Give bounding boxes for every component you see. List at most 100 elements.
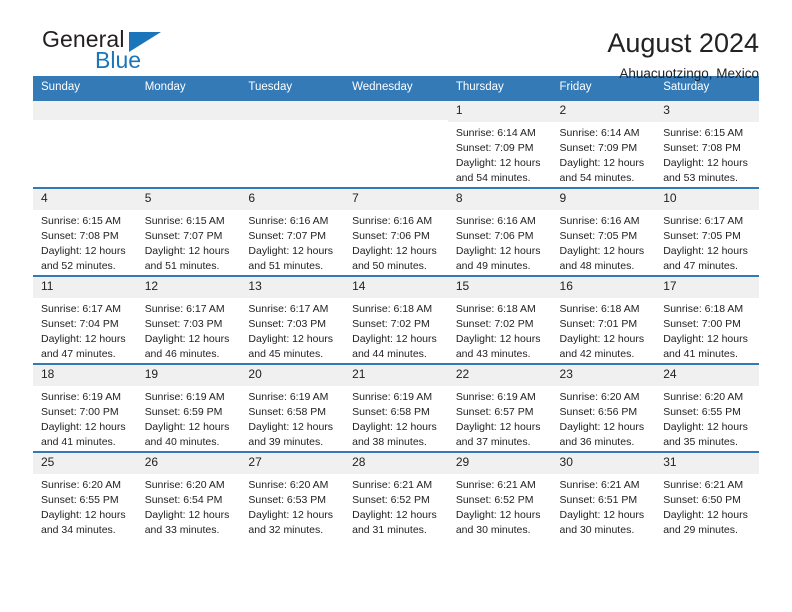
calendar-day-cell[interactable]: 29 Sunrise: 6:21 AM Sunset: 6:52 PM Dayligh…	[447, 451, 552, 540]
calendar-day-cell[interactable]: 11 Sunrise: 6:17 AM Sunset: 7:04 PM Dayligh…	[33, 275, 137, 364]
daylight-text-line2: and 54 minutes.	[559, 171, 635, 184]
day-number: 11	[33, 277, 137, 298]
sunset-text: Sunset: 7:09 PM	[455, 141, 534, 154]
day-number: 29	[447, 453, 552, 474]
calendar-day-cell[interactable]: 3 Sunrise: 6:15 AM Sunset: 7:08 PM Daylight…	[655, 99, 759, 188]
calendar-day-cell[interactable]: 8 Sunrise: 6:16 AM Sunset: 7:06 PM Daylight…	[447, 187, 552, 276]
sunset-text: Sunset: 7:07 PM	[144, 229, 223, 242]
sunset-text: Sunset: 7:08 PM	[41, 229, 119, 242]
daylight-text-line1: Daylight: 12 hours	[248, 508, 334, 521]
sunrise-text: Sunrise: 6:21 AM	[663, 478, 744, 491]
calendar-day-cell[interactable]: 4 Sunrise: 6:15 AM Sunset: 7:08 PM Daylight…	[33, 187, 137, 276]
daylight-text-line1: Daylight: 12 hours	[663, 156, 748, 169]
day-number: 14	[344, 277, 448, 298]
daylight-text-line1: Daylight: 12 hours	[352, 508, 437, 521]
calendar-day-cell[interactable]: 16 Sunrise: 6:18 AM Sunset: 7:01 PM Dayligh…	[551, 275, 656, 364]
day-number: 31	[655, 453, 759, 474]
day-number: 6	[240, 189, 345, 210]
daylight-text-line2: and 30 minutes.	[559, 523, 635, 536]
day-number: 16	[551, 277, 656, 298]
day-details: Sunrise: 6:17 AM Sunset: 7:03 PM Daylight:…	[240, 298, 344, 362]
daylight-text-line1: Daylight: 12 hours	[144, 244, 230, 257]
calendar-day-cell[interactable]: 6 Sunrise: 6:16 AM Sunset: 7:07 PM Daylight…	[240, 187, 345, 276]
calendar-day-cell[interactable]: 25 Sunrise: 6:20 AM Sunset: 6:55 PM Dayligh…	[33, 451, 137, 540]
calendar-day-cell[interactable]: 19 Sunrise: 6:19 AM Sunset: 6:59 PM Dayligh…	[136, 363, 241, 452]
sunrise-text: Sunrise: 6:21 AM	[455, 478, 536, 491]
day-details: Sunrise: 6:16 AM Sunset: 7:05 PM Daylight:…	[552, 210, 656, 274]
calendar-day-cell[interactable]: 31 Sunrise: 6:21 AM Sunset: 6:50 PM Dayligh…	[655, 451, 759, 540]
calendar-day-cell[interactable]: 9 Sunrise: 6:16 AM Sunset: 7:05 PM Daylight…	[551, 187, 656, 276]
daylight-text-line2: and 47 minutes.	[41, 347, 116, 360]
calendar-day-cell[interactable]: 17 Sunrise: 6:18 AM Sunset: 7:00 PM Dayligh…	[655, 275, 759, 364]
sunset-text: Sunset: 6:54 PM	[144, 493, 223, 506]
daylight-text-line1: Daylight: 12 hours	[248, 420, 334, 433]
calendar-day-cell[interactable]: 5 Sunrise: 6:15 AM Sunset: 7:07 PM Daylight…	[136, 187, 241, 276]
sunrise-text: Sunrise: 6:17 AM	[248, 302, 329, 315]
calendar-day-cell[interactable]: 14 Sunrise: 6:18 AM Sunset: 7:02 PM Dayligh…	[344, 275, 448, 364]
daylight-text-line1: Daylight: 12 hours	[144, 508, 230, 521]
calendar-cell-empty	[344, 99, 448, 188]
day-number: 9	[551, 189, 656, 210]
day-number: 22	[447, 365, 552, 386]
calendar-cell-empty	[240, 99, 345, 188]
weekday-header-wednesday: Wednesday	[344, 76, 448, 100]
daylight-text-line2: and 35 minutes.	[663, 435, 738, 448]
day-details: Sunrise: 6:21 AM Sunset: 6:52 PM Daylight:…	[448, 474, 552, 538]
calendar-day-cell[interactable]: 20 Sunrise: 6:19 AM Sunset: 6:58 PM Dayligh…	[240, 363, 345, 452]
day-number	[33, 101, 137, 120]
day-details: Sunrise: 6:21 AM Sunset: 6:50 PM Daylight:…	[655, 474, 759, 538]
sunrise-text: Sunrise: 6:19 AM	[248, 390, 329, 403]
day-details: Sunrise: 6:18 AM Sunset: 7:02 PM Daylight:…	[344, 298, 448, 362]
calendar-week-row: 4 Sunrise: 6:15 AM Sunset: 7:08 PM Daylight…	[33, 187, 759, 276]
sunrise-text: Sunrise: 6:20 AM	[559, 390, 640, 403]
calendar-day-cell[interactable]: 18 Sunrise: 6:19 AM Sunset: 7:00 PM Dayligh…	[33, 363, 137, 452]
daylight-text-line1: Daylight: 12 hours	[663, 420, 748, 433]
day-details: Sunrise: 6:17 AM Sunset: 7:04 PM Daylight:…	[33, 298, 137, 362]
sunrise-text: Sunrise: 6:19 AM	[144, 390, 225, 403]
day-details: Sunrise: 6:19 AM Sunset: 6:58 PM Daylight:…	[240, 386, 344, 450]
day-details: Sunrise: 6:17 AM Sunset: 7:03 PM Daylight:…	[137, 298, 241, 362]
calendar-week-row: 18 Sunrise: 6:19 AM Sunset: 7:00 PM Dayligh…	[33, 363, 759, 452]
calendar-day-cell[interactable]: 23 Sunrise: 6:20 AM Sunset: 6:56 PM Dayligh…	[551, 363, 656, 452]
calendar-day-cell[interactable]: 24 Sunrise: 6:20 AM Sunset: 6:55 PM Dayligh…	[655, 363, 759, 452]
day-details: Sunrise: 6:20 AM Sunset: 6:56 PM Daylight:…	[552, 386, 656, 450]
calendar-day-cell[interactable]: 15 Sunrise: 6:18 AM Sunset: 7:02 PM Dayligh…	[447, 275, 552, 364]
calendar-day-cell[interactable]: 7 Sunrise: 6:16 AM Sunset: 7:06 PM Daylight…	[344, 187, 448, 276]
daylight-text-line2: and 45 minutes.	[248, 347, 324, 360]
sunrise-text: Sunrise: 6:20 AM	[248, 478, 329, 491]
calendar-day-cell[interactable]: 21 Sunrise: 6:19 AM Sunset: 6:58 PM Dayligh…	[344, 363, 448, 452]
day-number: 2	[551, 101, 656, 122]
daylight-text-line2: and 32 minutes.	[248, 523, 324, 536]
calendar-day-cell[interactable]: 30 Sunrise: 6:21 AM Sunset: 6:51 PM Dayligh…	[551, 451, 656, 540]
calendar-day-cell[interactable]: 26 Sunrise: 6:20 AM Sunset: 6:54 PM Dayligh…	[136, 451, 241, 540]
day-details: Sunrise: 6:19 AM Sunset: 6:58 PM Daylight:…	[344, 386, 448, 450]
day-details: Sunrise: 6:15 AM Sunset: 7:07 PM Daylight:…	[137, 210, 241, 274]
weekday-header-sunday: Sunday	[33, 76, 137, 100]
calendar-day-cell[interactable]: 27 Sunrise: 6:20 AM Sunset: 6:53 PM Dayligh…	[240, 451, 345, 540]
day-number: 4	[33, 189, 137, 210]
daylight-text-line1: Daylight: 12 hours	[559, 508, 645, 521]
daylight-text-line1: Daylight: 12 hours	[455, 332, 541, 345]
calendar-day-cell[interactable]: 13 Sunrise: 6:17 AM Sunset: 7:03 PM Dayligh…	[240, 275, 345, 364]
sunset-text: Sunset: 6:51 PM	[559, 493, 638, 506]
sunrise-text: Sunrise: 6:16 AM	[352, 214, 433, 227]
calendar-day-cell[interactable]: 22 Sunrise: 6:19 AM Sunset: 6:57 PM Dayligh…	[447, 363, 552, 452]
day-number: 19	[136, 365, 241, 386]
daylight-text-line1: Daylight: 12 hours	[455, 508, 541, 521]
daylight-text-line1: Daylight: 12 hours	[663, 332, 748, 345]
daylight-text-line1: Daylight: 12 hours	[352, 244, 437, 257]
calendar-day-cell[interactable]: 1 Sunrise: 6:14 AM Sunset: 7:09 PM Daylight…	[447, 99, 552, 188]
daylight-text-line2: and 53 minutes.	[663, 171, 738, 184]
day-number: 7	[344, 189, 448, 210]
calendar-day-cell[interactable]: 12 Sunrise: 6:17 AM Sunset: 7:03 PM Dayligh…	[136, 275, 241, 364]
weekday-header-tuesday: Tuesday	[240, 76, 345, 100]
calendar-day-cell[interactable]: 2 Sunrise: 6:14 AM Sunset: 7:09 PM Daylight…	[551, 99, 656, 188]
calendar-day-cell[interactable]: 28 Sunrise: 6:21 AM Sunset: 6:52 PM Dayligh…	[344, 451, 448, 540]
calendar-day-cell[interactable]: 10 Sunrise: 6:17 AM Sunset: 7:05 PM Dayligh…	[655, 187, 759, 276]
day-details: Sunrise: 6:19 AM Sunset: 6:59 PM Daylight:…	[137, 386, 241, 450]
sunrise-text: Sunrise: 6:14 AM	[559, 126, 640, 139]
general-blue-logo[interactable]: General Blue	[33, 26, 213, 74]
day-number	[344, 101, 448, 120]
sunrise-text: Sunrise: 6:18 AM	[663, 302, 744, 315]
daylight-text-line1: Daylight: 12 hours	[559, 420, 645, 433]
